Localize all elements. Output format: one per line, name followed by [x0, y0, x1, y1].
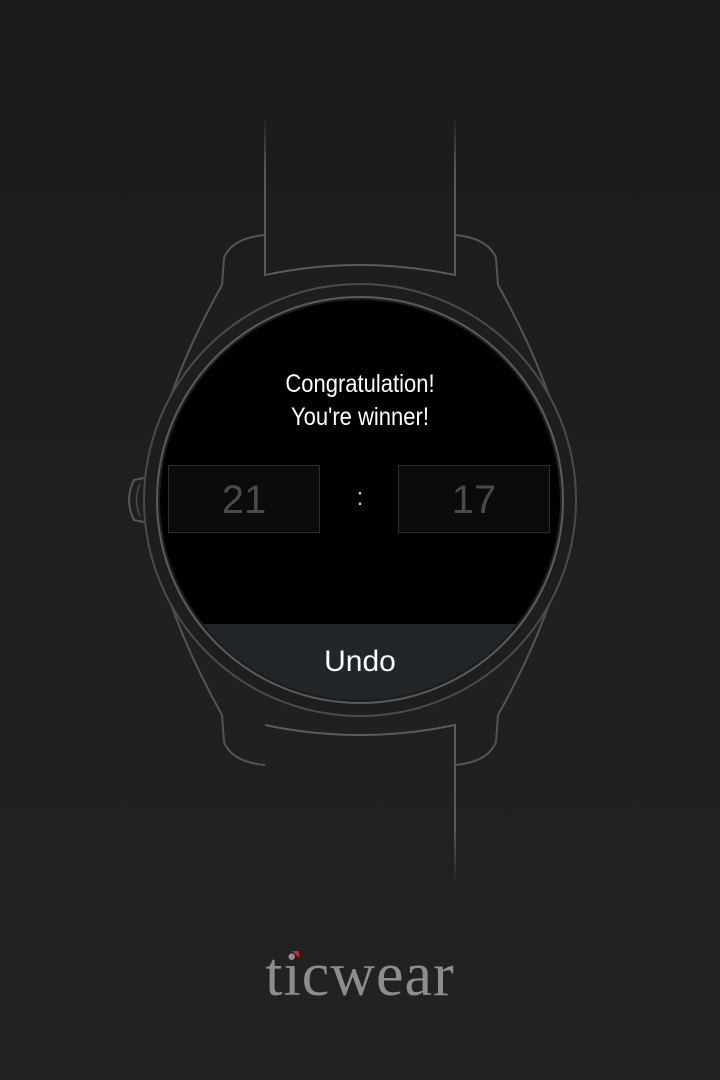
message-line-1: Congratulation!: [285, 370, 435, 398]
watch-preview-stage: Congratulation! You're winner! 21 : 17 U…: [0, 0, 720, 1080]
left-score-field[interactable]: 21: [168, 465, 320, 533]
message-line-2: You're winner!: [291, 403, 429, 431]
undo-button[interactable]: Undo: [160, 624, 560, 700]
score-separator: :: [356, 484, 364, 511]
congratulation-message: Congratulation! You're winner!: [184, 368, 536, 434]
watch-screen: Congratulation! You're winner! 21 : 17 U…: [160, 300, 560, 700]
brand-accent-icon: [292, 951, 300, 958]
right-score-field[interactable]: 17: [398, 465, 550, 533]
brand-logo: ticwear: [0, 940, 720, 1011]
